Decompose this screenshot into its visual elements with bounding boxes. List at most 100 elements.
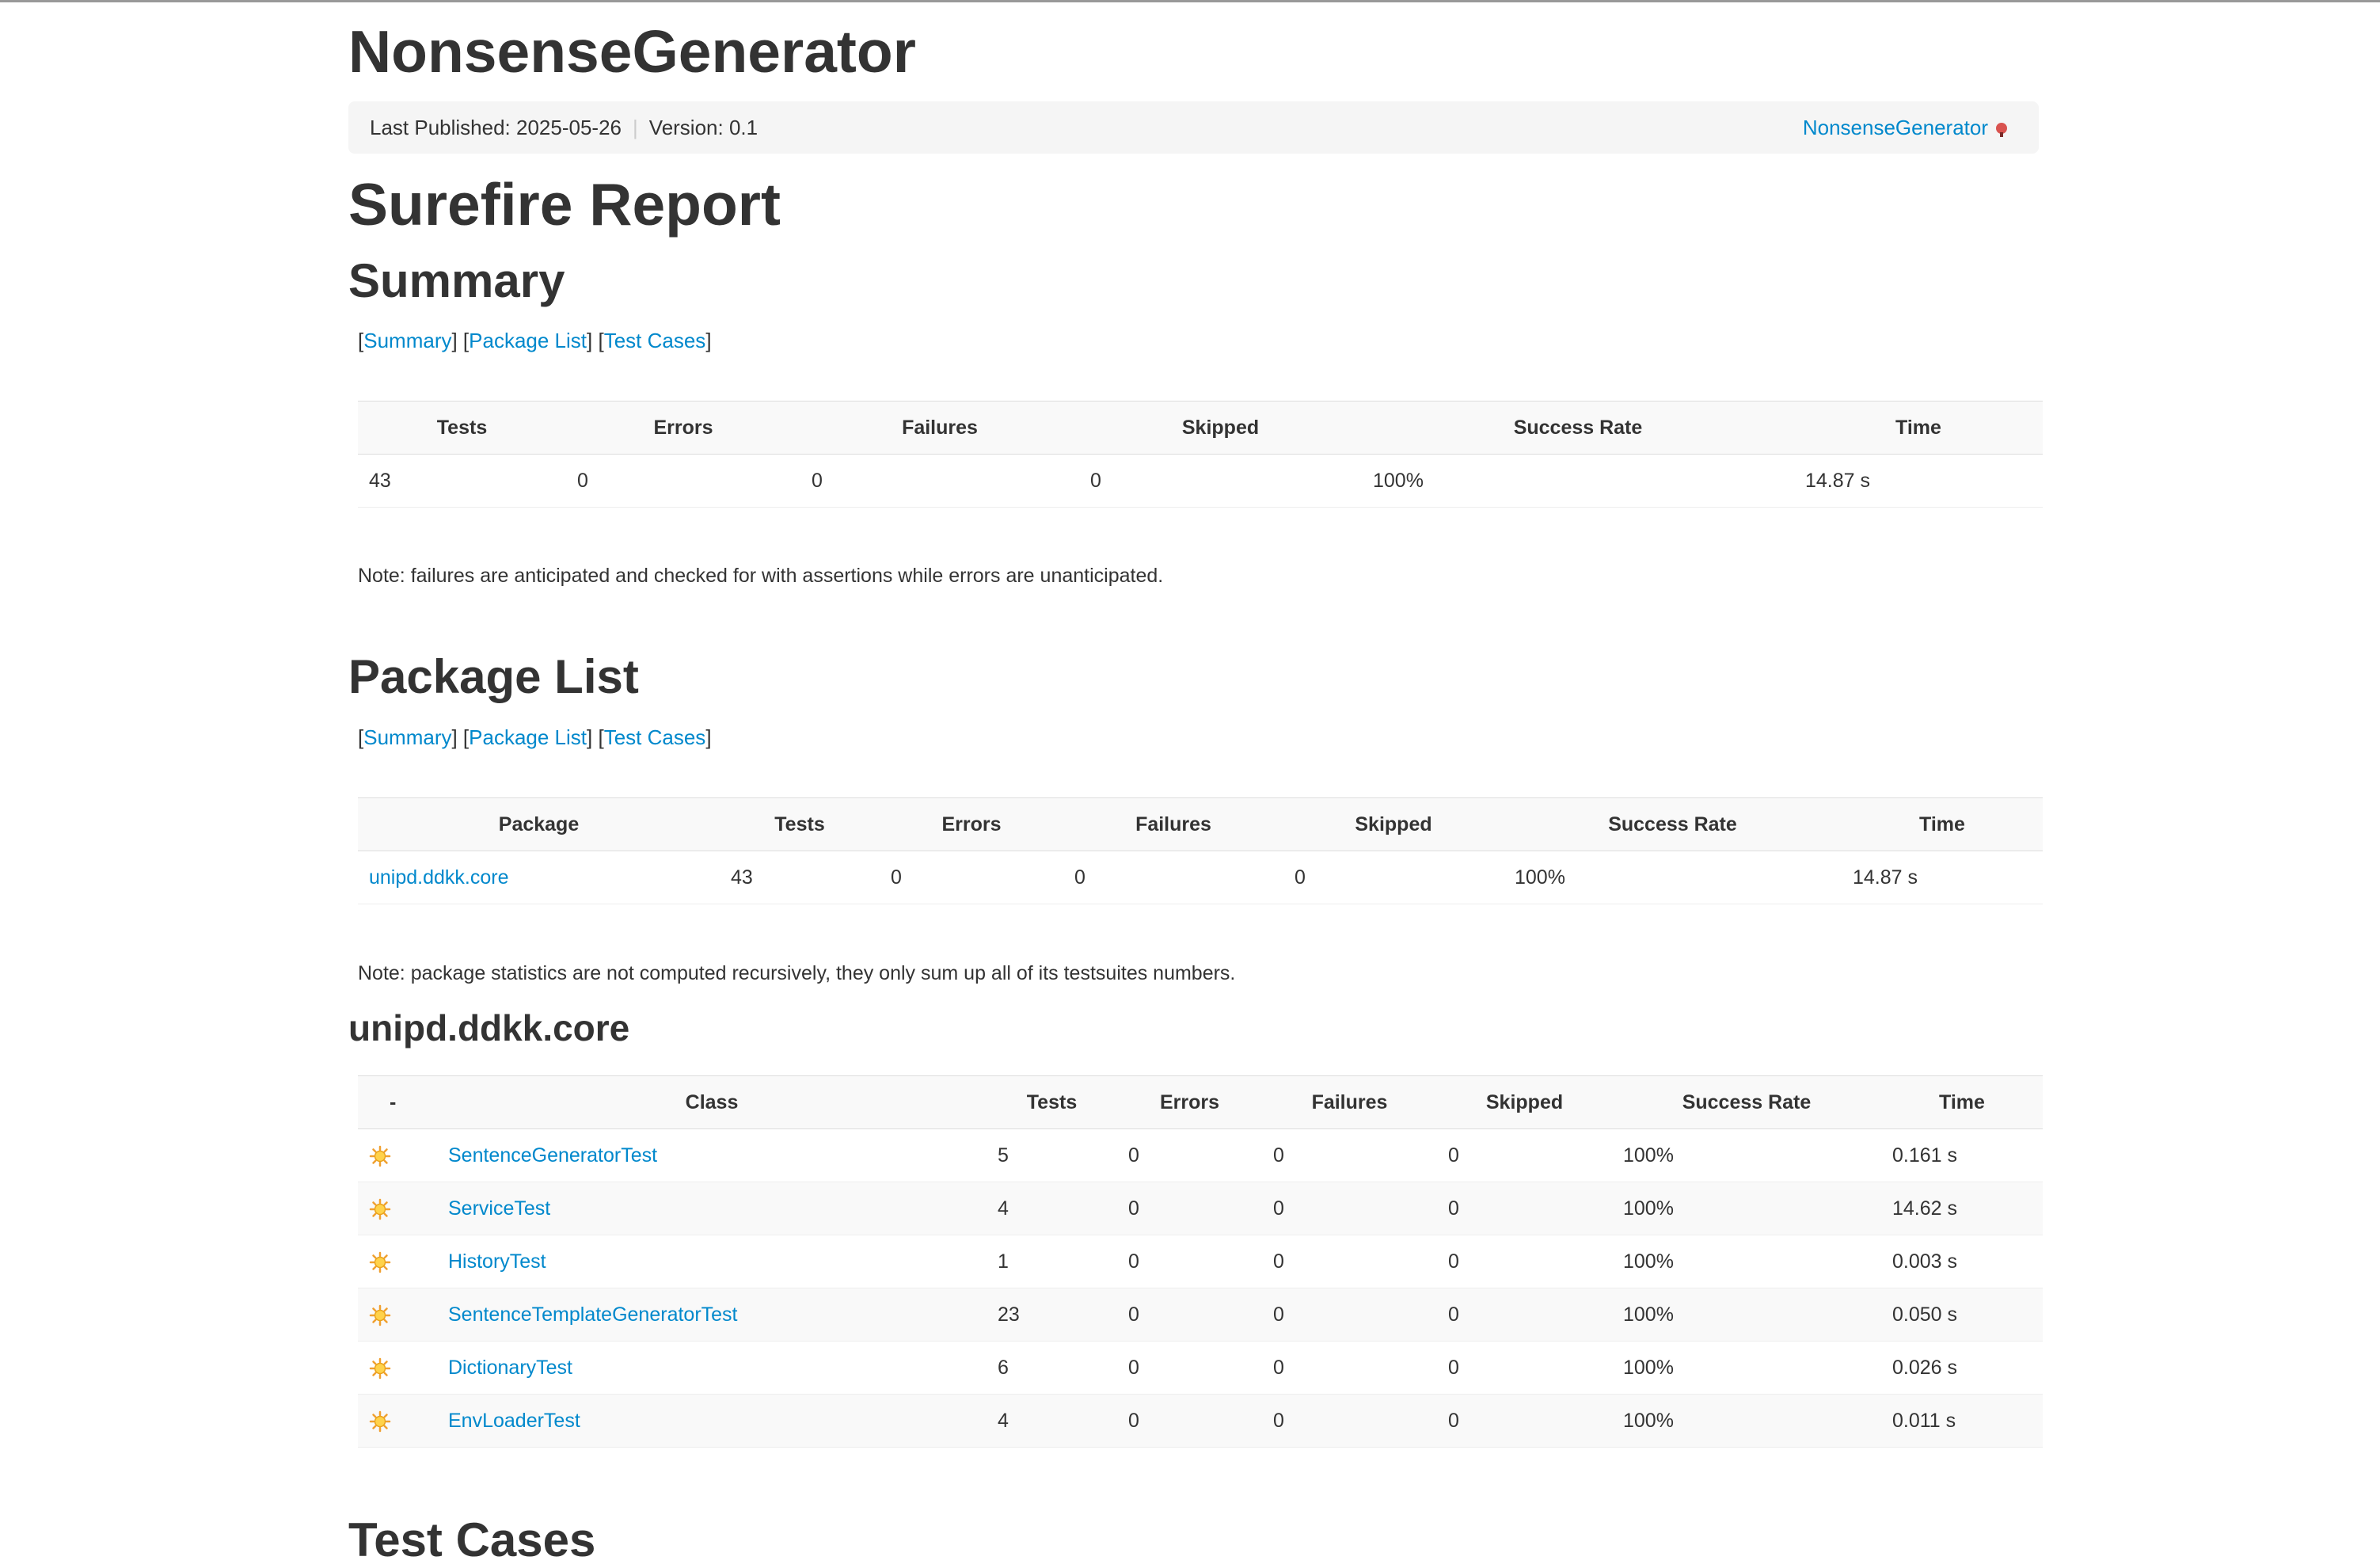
cell-failures: 0 (1262, 1394, 1437, 1448)
summary-header-row: Tests Errors Failures Skipped Success Ra… (358, 401, 2043, 455)
cell-errors: 0 (1117, 1341, 1262, 1395)
cell-failures: 0 (1262, 1128, 1437, 1182)
cell-failures: 0 (1262, 1288, 1437, 1342)
column-header: - (358, 1075, 437, 1129)
cell-skipped: 0 (1437, 1182, 1612, 1235)
class-link[interactable]: DictionaryTest (448, 1357, 572, 1379)
column-header: Success Rate (1362, 401, 1794, 455)
section-nav-package-list: [Summary] [Package List] [Test Cases] (358, 725, 712, 749)
cell-skipped: 0 (1437, 1235, 1612, 1288)
cell-package: unipd.ddkk.core (358, 851, 720, 904)
table-row: EnvLoaderTest 4 0 0 0 100% 0.011 s (358, 1394, 2043, 1448)
class-rows: SentenceGeneratorTest 5 0 0 0 100% 0.161… (358, 1128, 2043, 1448)
column-header: Skipped (1437, 1075, 1612, 1129)
project-link[interactable]: NonsenseGenerator (1803, 116, 1988, 139)
cell-errors: 0 (1117, 1182, 1262, 1235)
cell-failures: 0 (1262, 1182, 1437, 1235)
column-header: Skipped (1079, 401, 1362, 455)
cell-class: ServiceTest (437, 1182, 987, 1235)
cell-time: 14.87 s (1794, 454, 2043, 508)
cell-tests: 43 (720, 851, 880, 904)
cell-tests: 5 (987, 1128, 1117, 1182)
success-sun-icon (369, 1304, 391, 1326)
cell-skipped: 0 (1437, 1394, 1612, 1448)
cell-status (358, 1341, 437, 1395)
cell-errors: 0 (1117, 1128, 1262, 1182)
cell-tests: 43 (358, 454, 566, 508)
column-header: Errors (1117, 1075, 1262, 1129)
package-link[interactable]: unipd.ddkk.core (369, 866, 509, 889)
class-link[interactable]: SentenceGeneratorTest (448, 1144, 657, 1166)
cell-time: 0.026 s (1881, 1341, 2043, 1395)
test-cases-heading: Test Cases (348, 1513, 596, 1566)
cell-success-rate: 100% (1612, 1128, 1881, 1182)
column-header: Time (1794, 401, 2043, 455)
summary-heading: Summary (348, 254, 565, 307)
cell-success-rate: 100% (1612, 1182, 1881, 1235)
cell-failures: 0 (800, 454, 1079, 508)
table-row: SentenceGeneratorTest 5 0 0 0 100% 0.161… (358, 1128, 2043, 1182)
nav-test-cases-link[interactable]: Test Cases (604, 725, 706, 749)
column-header: Errors (566, 401, 800, 455)
class-link[interactable]: HistoryTest (448, 1250, 546, 1273)
package-list-heading: Package List (348, 650, 639, 703)
nav-test-cases-link[interactable]: Test Cases (604, 329, 706, 352)
table-row: HistoryTest 1 0 0 0 100% 0.003 s (358, 1235, 2043, 1288)
cell-class: EnvLoaderTest (437, 1394, 987, 1448)
table-row: DictionaryTest 6 0 0 0 100% 0.026 s (358, 1341, 2043, 1395)
cell-success-rate: 100% (1612, 1235, 1881, 1288)
nav-package-list-link[interactable]: Package List (469, 725, 587, 749)
cell-class: DictionaryTest (437, 1341, 987, 1395)
cell-status (358, 1128, 437, 1182)
cell-tests: 4 (987, 1394, 1117, 1448)
package-heading: unipd.ddkk.core (348, 1007, 630, 1049)
package-header-row: Package Tests Errors Failures Skipped Su… (358, 797, 2043, 851)
column-header: Success Rate (1504, 797, 1842, 851)
cell-status (358, 1288, 437, 1342)
cell-status (358, 1235, 437, 1288)
summary-note: Note: failures are anticipated and check… (358, 565, 1164, 587)
success-sun-icon (369, 1357, 391, 1379)
cell-time: 0.050 s (1881, 1288, 2043, 1342)
cell-skipped: 0 (1437, 1341, 1612, 1395)
cell-success-rate: 100% (1362, 454, 1794, 508)
class-link[interactable]: EnvLoaderTest (448, 1410, 580, 1432)
column-header: Tests (358, 401, 566, 455)
cell-time: 14.62 s (1881, 1182, 2043, 1235)
cell-failures: 0 (1063, 851, 1283, 904)
column-header: Class (437, 1075, 987, 1129)
cell-success-rate: 100% (1612, 1341, 1881, 1395)
success-sun-icon (369, 1198, 391, 1220)
column-header: Time (1842, 797, 2043, 851)
top-border (0, 0, 2380, 2)
cell-errors: 0 (1117, 1288, 1262, 1342)
class-link[interactable]: SentenceTemplateGeneratorTest (448, 1303, 738, 1326)
cell-tests: 23 (987, 1288, 1117, 1342)
cell-tests: 4 (987, 1182, 1117, 1235)
report-title: Surefire Report (348, 171, 781, 238)
success-sun-icon (369, 1410, 391, 1432)
package-list-table: Package Tests Errors Failures Skipped Su… (358, 797, 2043, 904)
column-header: Time (1881, 1075, 2043, 1129)
column-header: Failures (1262, 1075, 1437, 1129)
nav-package-list-link[interactable]: Package List (469, 329, 587, 352)
cell-failures: 0 (1262, 1341, 1437, 1395)
external-link-icon (1996, 123, 2007, 137)
cell-skipped: 0 (1283, 851, 1504, 904)
nav-summary-link[interactable]: Summary (363, 329, 451, 352)
cell-skipped: 0 (1437, 1128, 1612, 1182)
table-row: SentenceTemplateGeneratorTest 23 0 0 0 1… (358, 1288, 2043, 1342)
table-row: ServiceTest 4 0 0 0 100% 14.62 s (358, 1182, 2043, 1235)
success-sun-icon (369, 1145, 391, 1166)
cell-failures: 0 (1262, 1235, 1437, 1288)
cell-success-rate: 100% (1612, 1288, 1881, 1342)
cell-class: SentenceTemplateGeneratorTest (437, 1288, 987, 1342)
nav-summary-link[interactable]: Summary (363, 725, 451, 749)
class-link[interactable]: ServiceTest (448, 1197, 550, 1220)
cell-tests: 6 (987, 1341, 1117, 1395)
column-header: Tests (987, 1075, 1117, 1129)
cell-time: 0.003 s (1881, 1235, 2043, 1288)
cell-class: HistoryTest (437, 1235, 987, 1288)
table-row: unipd.ddkk.core 43 0 0 0 100% 14.87 s (358, 851, 2043, 904)
cell-success-rate: 100% (1612, 1394, 1881, 1448)
